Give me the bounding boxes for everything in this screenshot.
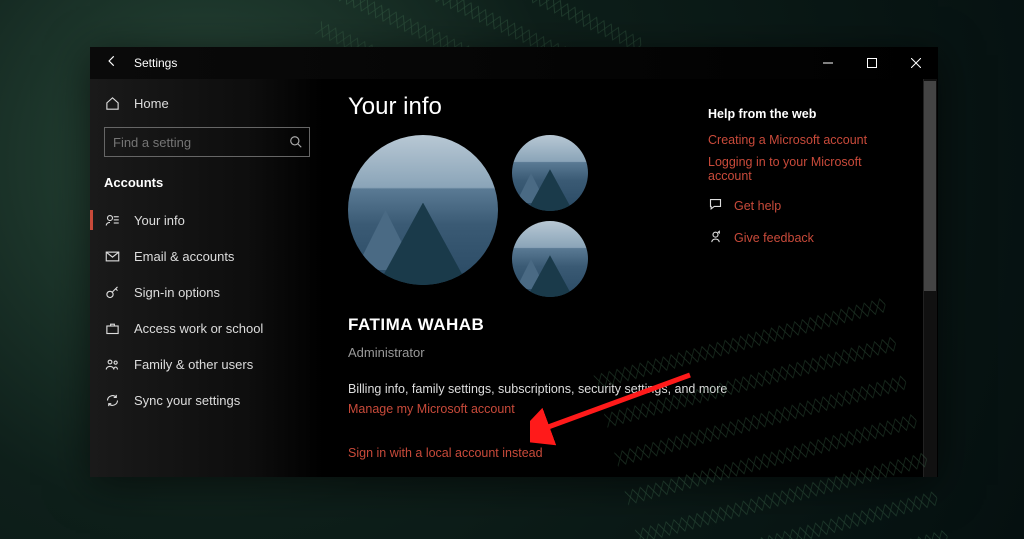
avatar-small-1[interactable] xyxy=(512,135,588,211)
get-help-row[interactable]: Get help xyxy=(708,197,908,215)
help-heading: Help from the web xyxy=(708,107,908,121)
scrollbar-thumb[interactable] xyxy=(924,81,936,291)
search-box[interactable] xyxy=(104,127,310,157)
feedback-label: Give feedback xyxy=(734,231,814,245)
sidebar-item-your-info[interactable]: Your info xyxy=(90,202,324,238)
local-account-link[interactable]: Sign in with a local account instead xyxy=(348,446,543,460)
briefcase-icon xyxy=(104,320,120,336)
get-help-label: Get help xyxy=(734,199,781,213)
sidebar-home[interactable]: Home xyxy=(90,87,324,119)
person-card-icon xyxy=(104,212,120,228)
sidebar-item-work[interactable]: Access work or school xyxy=(90,310,324,346)
sidebar-item-email[interactable]: Email & accounts xyxy=(90,238,324,274)
sidebar-item-label: Sync your settings xyxy=(134,393,240,408)
sidebar: Home Accounts Your info Email & acco xyxy=(90,79,324,477)
people-icon xyxy=(104,356,120,372)
home-icon xyxy=(104,95,120,111)
sidebar-item-label: Access work or school xyxy=(134,321,263,336)
titlebar: Settings xyxy=(90,47,938,79)
sidebar-item-family[interactable]: Family & other users xyxy=(90,346,324,382)
feedback-row[interactable]: Give feedback xyxy=(708,229,908,247)
user-name: FATIMA WAHAB xyxy=(348,315,914,335)
minimize-button[interactable] xyxy=(806,47,850,79)
avatar-small-2[interactable] xyxy=(512,221,588,297)
manage-account-link[interactable]: Manage my Microsoft account xyxy=(348,402,515,416)
sync-icon xyxy=(104,392,120,408)
maximize-button[interactable] xyxy=(850,47,894,79)
sidebar-item-sync[interactable]: Sync your settings xyxy=(90,382,324,418)
back-button[interactable] xyxy=(90,54,134,73)
main-row: Home Accounts Your info Email & acco xyxy=(90,79,938,477)
help-chat-icon xyxy=(708,197,724,215)
avatar-group xyxy=(348,135,648,305)
mail-icon xyxy=(104,248,120,264)
scrollbar[interactable] xyxy=(923,79,937,477)
billing-text: Billing info, family settings, subscript… xyxy=(348,382,914,396)
sidebar-item-label: Your info xyxy=(134,213,185,228)
help-panel: Help from the web Creating a Microsoft a… xyxy=(708,107,908,247)
settings-window: Settings Home Accounts xyxy=(90,47,938,477)
window-controls xyxy=(806,47,938,79)
help-link-create[interactable]: Creating a Microsoft account xyxy=(708,133,908,147)
sidebar-item-label: Family & other users xyxy=(134,357,253,372)
sidebar-home-label: Home xyxy=(134,96,169,111)
feedback-icon xyxy=(708,229,724,247)
content-area: Your info FATIMA WAHAB Administrator Bil… xyxy=(324,79,938,477)
search-icon xyxy=(289,134,303,150)
key-icon xyxy=(104,284,120,300)
search-input[interactable] xyxy=(113,135,289,150)
close-button[interactable] xyxy=(894,47,938,79)
sidebar-item-label: Email & accounts xyxy=(134,249,234,264)
avatar-large[interactable] xyxy=(348,135,498,285)
sidebar-item-label: Sign-in options xyxy=(134,285,220,300)
sidebar-item-signin[interactable]: Sign-in options xyxy=(90,274,324,310)
help-link-login[interactable]: Logging in to your Microsoft account xyxy=(708,155,908,183)
user-role: Administrator xyxy=(348,345,914,360)
window-title: Settings xyxy=(134,56,177,70)
sidebar-category: Accounts xyxy=(90,169,324,202)
